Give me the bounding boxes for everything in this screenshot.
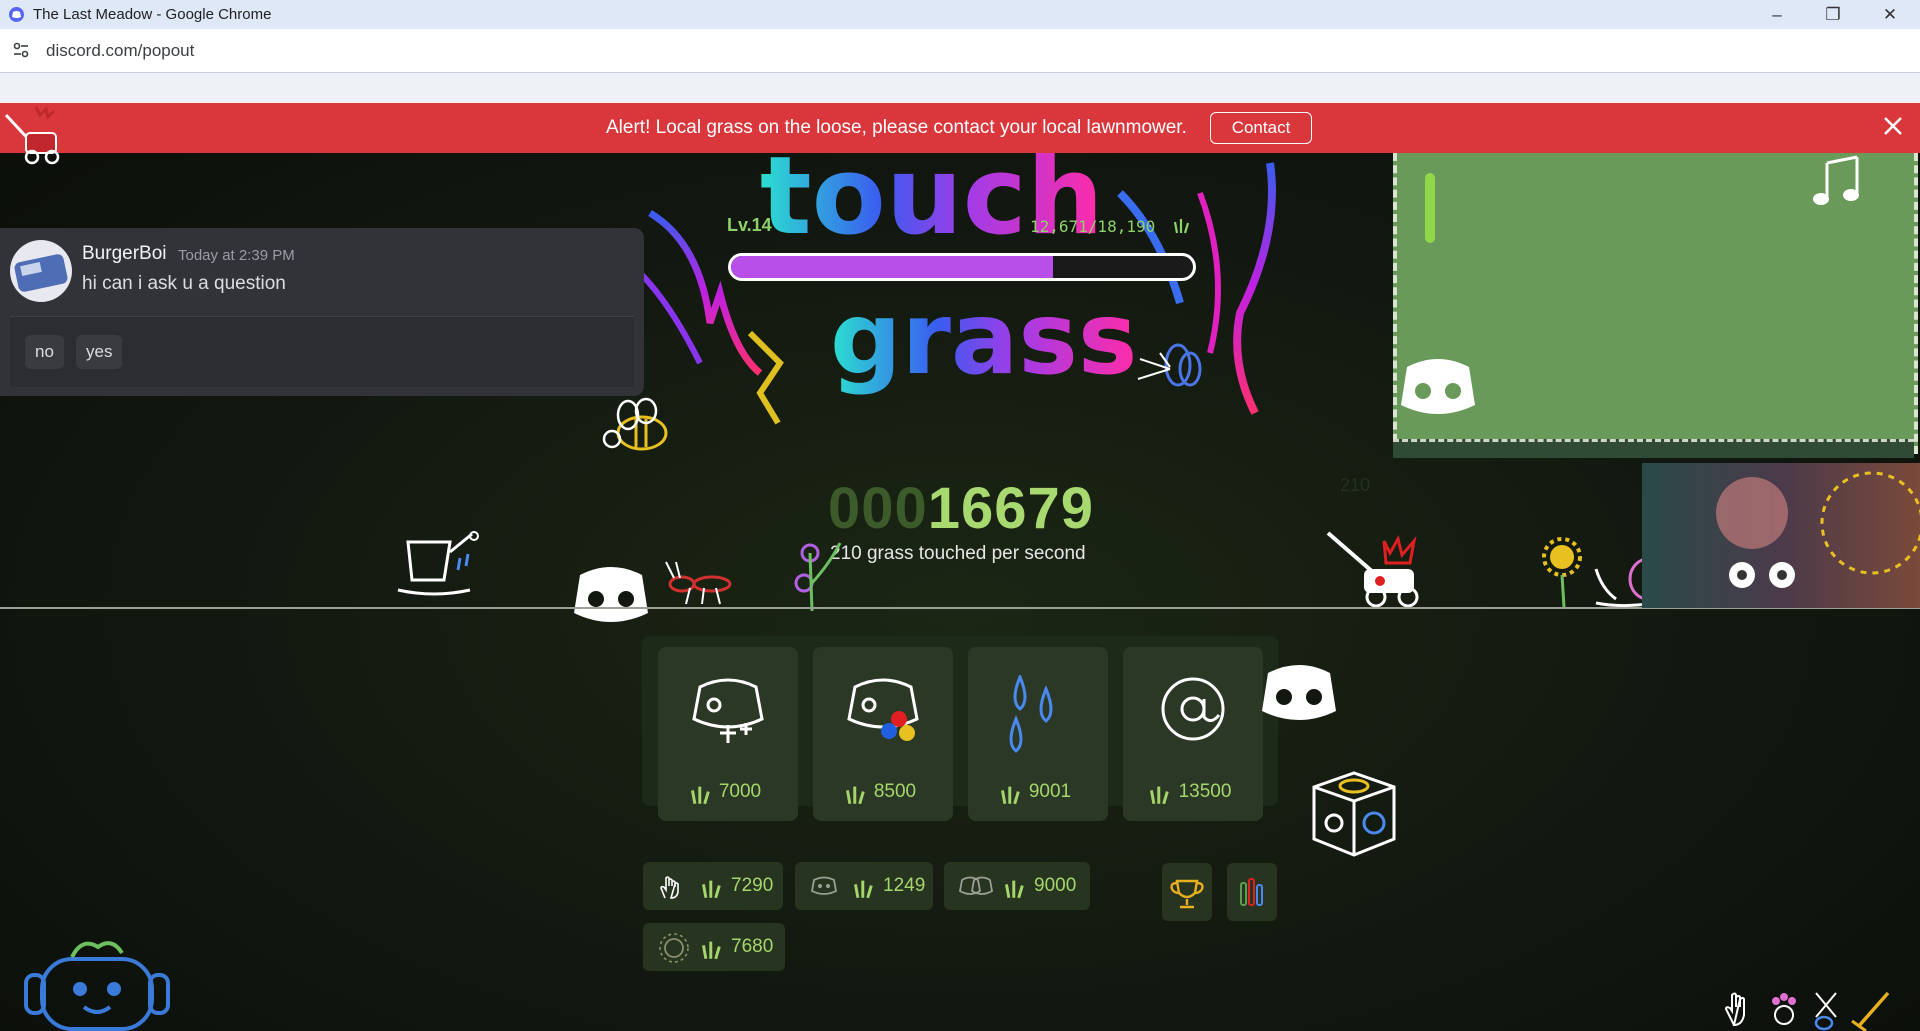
grass-icon: [1004, 877, 1026, 905]
upgrade-card[interactable]: 7000: [658, 647, 798, 821]
ground-line: [0, 607, 1920, 609]
grass-icon: [853, 877, 875, 905]
upgrade-price: 13500: [1178, 781, 1232, 802]
water-drops-icon: [998, 673, 1078, 770]
bee-icon: [600, 397, 680, 462]
minimize-button[interactable]: –: [1749, 0, 1805, 29]
meadow-side-panel: [1393, 153, 1918, 454]
grass-blade-icon: [1425, 173, 1435, 243]
site-info-icon[interactable]: [12, 41, 30, 64]
discord-message-popout: BurgerBoi Today at 2:39 PM hi can i ask …: [0, 228, 644, 396]
upgrade-card[interactable]: 9001: [968, 647, 1108, 821]
url-text[interactable]: discord.com/popout: [46, 41, 194, 61]
upgrade-price: 8500: [873, 781, 917, 802]
upgrade-card[interactable]: 13500: [1123, 647, 1263, 821]
upgrade-panel: 7000 8500 9001 13500: [642, 636, 1278, 821]
discord-favicon-icon: [9, 7, 24, 22]
level-label: Lv.14: [727, 215, 772, 235]
browser-strip: [0, 73, 1920, 103]
hand-tool-icon: [1724, 992, 1745, 1027]
alert-message: Alert! Local grass on the loose, please …: [606, 117, 1187, 138]
stat-chip[interactable]: 7290: [643, 862, 783, 910]
trophy-button[interactable]: [1162, 863, 1212, 921]
xp-progress-fill: [731, 256, 1053, 278]
reply-options: no yes: [10, 316, 634, 387]
game-area: Alert! Local grass on the loose, please …: [0, 103, 1920, 1031]
discord-mascot-icon: [566, 561, 656, 636]
at-sign-icon: [1153, 675, 1233, 750]
watering-can-icon: [394, 528, 484, 613]
grass-icon: [1173, 216, 1191, 239]
upgrade-price: 9001: [1028, 781, 1072, 802]
browser-title-bar: The Last Meadow - Google Chrome – ❐ ✕: [0, 0, 1920, 29]
xp-progress-bar: [728, 253, 1196, 281]
ant-icon: [660, 558, 740, 613]
xp-counter: 12,671/18,190: [1030, 217, 1156, 236]
reply-yes-button[interactable]: yes: [76, 335, 123, 369]
address-bar: discord.com/popout: [0, 29, 1920, 73]
flower-icon: [790, 533, 850, 618]
stat-chip[interactable]: 1249: [795, 862, 933, 910]
message-timestamp: Today at 2:39 PM: [178, 247, 295, 264]
dice-box-icon[interactable]: [1304, 763, 1404, 868]
grass-icon: [701, 877, 723, 905]
grass-rate: 210 grass touched per second: [830, 543, 1086, 564]
contact-button[interactable]: Contact: [1210, 112, 1312, 144]
reply-no-button[interactable]: no: [25, 335, 64, 369]
music-notes-icon: [1813, 155, 1859, 205]
discord-sprout-icon: [809, 874, 839, 904]
side-panel-floor: [1393, 439, 1914, 458]
hand-icon: [657, 874, 683, 906]
close-alert-icon[interactable]: [1882, 115, 1904, 143]
grass-counter: 00016679: [828, 475, 1094, 542]
discord-mascot-icon: [1401, 359, 1475, 414]
avatar[interactable]: [10, 240, 72, 302]
paw-tool-icon: [1772, 993, 1796, 1025]
discord-mascot-icon: [1254, 659, 1344, 734]
message-text: hi can i ask u a question: [82, 273, 286, 294]
fly-icon: [1130, 339, 1210, 404]
stats-bars-button[interactable]: [1227, 863, 1277, 921]
robot-mascot-icon[interactable]: [22, 933, 172, 1031]
stat-value: 1249: [883, 875, 926, 896]
scissors-tool-icon: [1814, 992, 1837, 1031]
stat-value: 9000: [1034, 875, 1077, 896]
lawnmower-enemy-icon: [1324, 523, 1434, 618]
window-title: The Last Meadow - Google Chrome: [33, 6, 272, 23]
tool-dock: [1720, 987, 1900, 1031]
grass-icon: [701, 938, 723, 966]
sun-icon: [657, 931, 691, 971]
stat-value: 7290: [731, 875, 774, 896]
counter-value: 16679: [927, 476, 1095, 541]
discord-group-icon: [958, 874, 996, 904]
close-window-button[interactable]: ✕: [1862, 0, 1918, 29]
brain-thumbnail: [1642, 463, 1920, 608]
restore-button[interactable]: ❐: [1805, 0, 1861, 29]
stat-chip[interactable]: 9000: [944, 862, 1090, 910]
alert-banner: Alert! Local grass on the loose, please …: [0, 103, 1920, 165]
discord-paint-icon: [843, 675, 923, 750]
ghost-counter: 210: [1340, 475, 1371, 495]
lawnmower-icon: [2, 103, 68, 175]
upgrade-card[interactable]: 8500: [813, 647, 953, 821]
message-username[interactable]: BurgerBoi: [82, 243, 167, 265]
rake-tool-icon: [1851, 991, 1890, 1031]
stat-value: 7680: [731, 936, 774, 957]
stat-chip[interactable]: 7680: [643, 923, 785, 971]
svg-text:touch: touch: [760, 153, 1104, 259]
discord-plus-icon: [688, 675, 768, 750]
upgrade-price: 7000: [718, 781, 762, 802]
counter-leading-zeros: 000: [828, 476, 928, 541]
svg-text:grass: grass: [830, 280, 1137, 397]
touch-grass-title-art: touch grass: [637, 134, 1320, 448]
